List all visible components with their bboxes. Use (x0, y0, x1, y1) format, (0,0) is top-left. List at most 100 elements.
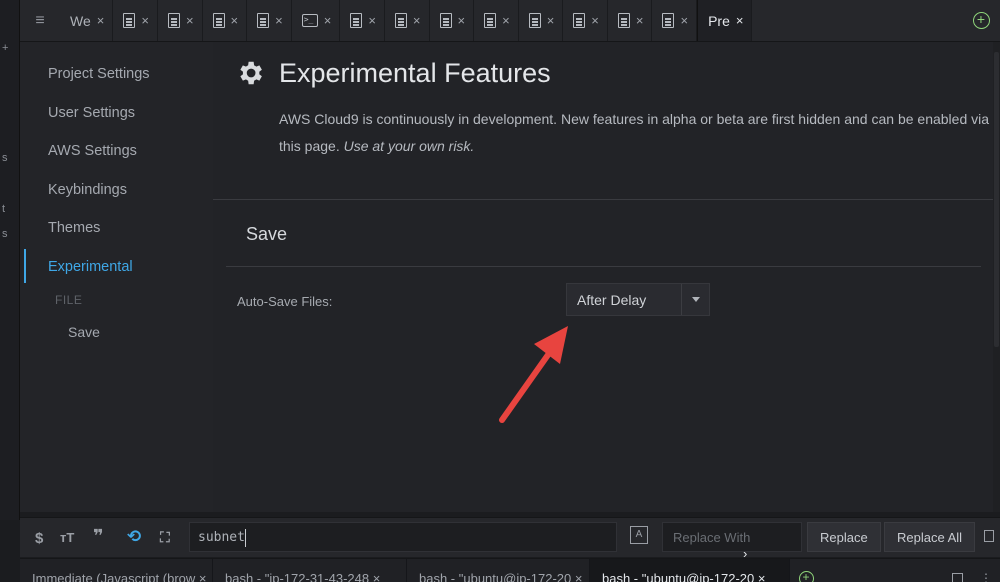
close-icon[interactable]: × (736, 13, 744, 28)
tab-list: We × × × × × >_ × × × × × × × × × Pre × (60, 0, 753, 41)
new-terminal-button[interactable]: + (790, 559, 822, 582)
tab-0[interactable]: We × (60, 0, 114, 41)
close-icon[interactable]: × (680, 13, 688, 28)
selection-scope-icon[interactable]: ⛶ (160, 529, 170, 546)
edge-glyph: t (2, 203, 6, 215)
more-icon[interactable]: ⋮ (980, 571, 992, 582)
file-icon (662, 13, 675, 28)
sidebar-subitem-save[interactable]: Save (68, 324, 100, 340)
terminal-tab-bash-1[interactable]: bash - "ip-172-31-43-248 × (213, 559, 407, 582)
tab-9[interactable]: × (474, 0, 519, 41)
close-icon[interactable]: × (591, 13, 599, 28)
replace-input[interactable] (663, 523, 801, 551)
left-edge-panel: + s t s (0, 0, 20, 520)
tab-10[interactable]: × (519, 0, 564, 41)
close-icon[interactable]: × (324, 13, 332, 28)
auto-save-dropdown[interactable]: After Delay (566, 283, 710, 316)
tab-1[interactable]: × (113, 0, 158, 41)
file-icon (617, 13, 630, 28)
gear-icon (240, 61, 262, 85)
tab-7[interactable]: × (385, 0, 430, 41)
regex-icon[interactable]: A (630, 526, 648, 544)
wrap-around-icon[interactable]: ⟲ (127, 527, 141, 547)
file-icon (123, 13, 136, 28)
close-icon[interactable]: × (186, 13, 194, 28)
plus-icon: + (798, 571, 814, 582)
close-icon[interactable]: × (275, 13, 283, 28)
file-icon (573, 13, 586, 28)
close-icon[interactable]: × (368, 13, 376, 28)
tab-label: Pre (708, 12, 730, 29)
close-icon[interactable]: × (502, 13, 510, 28)
tab-5[interactable]: >_ × (292, 0, 341, 41)
section-title-save: Save (246, 224, 288, 244)
tab-menu-icon[interactable]: ≡ (20, 0, 60, 41)
settings-main-panel: Experimental Features AWS Cloud9 is cont… (213, 42, 993, 512)
sidebar-item-experimental[interactable]: Experimental (48, 259, 133, 275)
text-cursor (245, 529, 246, 547)
terminal-controls: ⋮ (940, 559, 1000, 582)
file-icon (394, 13, 407, 28)
terminal-icon: >_ (301, 14, 318, 27)
active-indicator (24, 249, 26, 283)
auto-save-value: After Delay (577, 291, 647, 308)
sidebar-item-themes[interactable]: Themes (48, 220, 100, 236)
quote-icon[interactable]: ❞ (93, 526, 104, 547)
tab-8[interactable]: × (430, 0, 475, 41)
dollar-icon[interactable]: $ (35, 530, 43, 547)
scrollbar-thumb[interactable] (994, 52, 999, 347)
description-warning: Use at your own risk. (343, 138, 475, 154)
edge-glyph: s (2, 228, 8, 240)
tab-13[interactable]: × (652, 0, 698, 41)
tab-3[interactable]: × (203, 0, 248, 41)
close-icon[interactable]: × (231, 13, 239, 28)
new-tab-button[interactable]: + (962, 0, 1000, 41)
file-icon (528, 13, 541, 28)
plus-icon: + (972, 12, 990, 29)
sidebar-item-project-settings[interactable]: Project Settings (48, 66, 150, 82)
section-divider (226, 266, 981, 267)
page-title: Experimental Features (279, 58, 551, 88)
find-replace-bar: $ ᴛT ❞ ⟲ ⛶ ‹ › A Replace Replace All (20, 517, 1000, 561)
panel-toggle-icon[interactable] (984, 530, 994, 542)
sidebar-item-aws-settings[interactable]: AWS Settings (48, 143, 137, 159)
close-icon[interactable]: × (458, 13, 466, 28)
vertical-scrollbar[interactable] (993, 42, 1000, 512)
editor-tab-bar: ≡ We × × × × × >_ × × × × × × × × × Pre × + (20, 0, 1000, 42)
sidebar-item-keybindings[interactable]: Keybindings (48, 182, 127, 198)
maximize-icon[interactable] (952, 573, 963, 582)
search-input[interactable] (190, 523, 490, 551)
tab-2[interactable]: × (158, 0, 203, 41)
tab-11[interactable]: × (563, 0, 608, 41)
close-icon[interactable]: × (413, 13, 421, 28)
replace-field[interactable] (662, 522, 802, 552)
terminal-tab-immediate[interactable]: Immediate (Javascript (brow × (20, 559, 213, 582)
terminal-tab-bash-3[interactable]: bash - "ubuntu@ip-172-20 × (590, 559, 790, 582)
tab-4[interactable]: × (247, 0, 292, 41)
tab-14[interactable]: Pre × (697, 0, 753, 41)
tab-12[interactable]: × (608, 0, 653, 41)
search-field[interactable]: ‹ › (189, 522, 747, 561)
section-divider (213, 199, 993, 200)
sidebar-section-file: FILE (55, 293, 83, 307)
close-icon[interactable]: × (636, 13, 644, 28)
replace-all-button[interactable]: Replace All (884, 522, 976, 552)
file-icon (484, 13, 497, 28)
terminal-tab-bar: Immediate (Javascript (brow × bash - "ip… (20, 558, 1000, 582)
tab-label: We (70, 12, 91, 29)
page-description: AWS Cloud9 is continuously in developmen… (279, 106, 991, 160)
dropdown-toggle[interactable] (681, 284, 709, 315)
terminal-tab-bash-2[interactable]: bash - "ubuntu@ip-172-20 × (407, 559, 590, 582)
close-icon[interactable]: × (141, 13, 149, 28)
replace-button[interactable]: Replace (807, 522, 881, 552)
close-icon[interactable]: × (547, 13, 555, 28)
settings-sidebar: Project Settings User Settings AWS Setti… (20, 42, 213, 512)
close-icon[interactable]: × (97, 13, 105, 28)
auto-save-label: Auto-Save Files: (237, 294, 333, 309)
chevron-down-icon (691, 297, 700, 302)
tab-6[interactable]: × (340, 0, 385, 41)
sidebar-item-user-settings[interactable]: User Settings (48, 105, 135, 121)
text-case-icon[interactable]: ᴛT (60, 530, 74, 545)
edge-glyph: s (2, 152, 8, 164)
edge-glyph: + (2, 42, 9, 54)
